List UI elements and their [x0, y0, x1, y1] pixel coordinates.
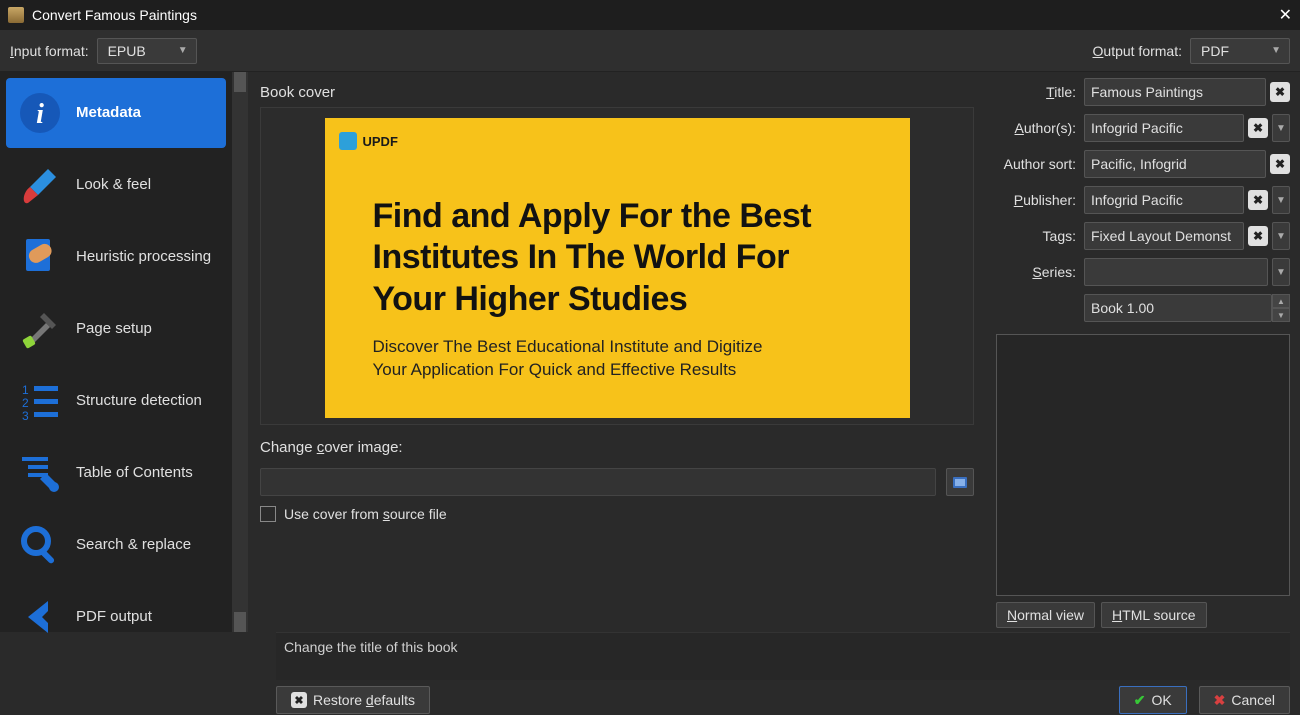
window-title: Convert Famous Paintings — [32, 7, 197, 23]
tags-dropdown[interactable]: ▼ — [1272, 222, 1290, 250]
sidebar-item-structure[interactable]: 123 Structure detection — [6, 366, 226, 436]
publisher-label: Publisher: — [996, 192, 1084, 208]
metadata-pane: Title: Famous Paintings ✖ Author(s): Inf… — [990, 72, 1300, 632]
sidebar-item-label: Metadata — [76, 104, 141, 121]
publisher-input[interactable]: Infogrid Pacific — [1084, 186, 1244, 214]
book-index-input[interactable]: Book 1.00 — [1084, 294, 1272, 322]
info-icon: i — [16, 89, 64, 137]
svg-text:3: 3 — [22, 409, 29, 423]
authors-dropdown[interactable]: ▼ — [1272, 114, 1290, 142]
svg-text:i: i — [36, 99, 44, 130]
clear-title-icon[interactable]: ✖ — [1270, 82, 1290, 102]
series-label: Series: — [996, 264, 1084, 280]
output-format-select[interactable]: PDF ▼ — [1190, 38, 1290, 64]
clear-authors-icon[interactable]: ✖ — [1248, 118, 1268, 138]
sidebar: i Metadata Look & feel Heuristic process… — [0, 72, 232, 632]
sidebar-item-page-setup[interactable]: Page setup — [6, 294, 226, 364]
cover-brand: UPDF — [339, 132, 398, 150]
check-icon: ✔ — [1134, 692, 1146, 709]
clear-authorsort-icon[interactable]: ✖ — [1270, 154, 1290, 174]
svg-text:1: 1 — [22, 383, 29, 397]
title-label: Title: — [996, 84, 1084, 100]
clear-tags-icon[interactable]: ✖ — [1248, 226, 1268, 246]
series-dropdown[interactable]: ▼ — [1272, 258, 1290, 286]
arrow-left-icon — [16, 593, 64, 641]
main-area: i Metadata Look & feel Heuristic process… — [0, 72, 1300, 632]
cover-path-input[interactable] — [260, 468, 936, 496]
input-format-select[interactable]: EPUB ▼ — [97, 38, 197, 64]
titlebar: Convert Famous Paintings ✕ — [0, 0, 1300, 30]
authorsort-input[interactable]: Pacific, Infogrid — [1084, 150, 1266, 178]
authorsort-label: Author sort: — [996, 156, 1084, 172]
tags-label: Tags: — [996, 228, 1084, 244]
clear-publisher-icon[interactable]: ✖ — [1248, 190, 1268, 210]
tab-normal-view[interactable]: Normal view — [996, 602, 1095, 628]
chevron-down-icon: ▼ — [1271, 45, 1281, 56]
cover-subhead: Discover The Best Educational Institute … — [373, 336, 793, 382]
sidebar-item-metadata[interactable]: i Metadata — [6, 78, 226, 148]
sidebar-item-label: Look & feel — [76, 176, 151, 193]
center-pane: Book cover UPDF Find and Apply For the B… — [248, 72, 990, 632]
cancel-button[interactable]: ✖ Cancel — [1199, 686, 1290, 714]
hint-box: Change the title of this book — [276, 632, 1290, 680]
bandage-icon — [16, 233, 64, 281]
sidebar-item-pdf-output[interactable]: PDF output — [6, 582, 226, 652]
publisher-dropdown[interactable]: ▼ — [1272, 186, 1290, 214]
brush-icon — [16, 161, 64, 209]
sidebar-item-search-replace[interactable]: Search & replace — [6, 510, 226, 580]
clear-icon: ✖ — [291, 692, 307, 708]
output-format-label: Output format: — [1093, 43, 1182, 59]
restore-label: Restore defaults — [313, 692, 415, 708]
list-icon: 123 — [16, 377, 64, 425]
sidebar-scrollbar[interactable] — [232, 72, 248, 632]
cover-headline: Find and Apply For the Best Institutes I… — [373, 196, 862, 320]
search-icon — [16, 521, 64, 569]
book-index-spinner[interactable]: ▲▼ — [1272, 294, 1290, 322]
book-cover-label: Book cover — [260, 84, 974, 101]
sidebar-item-heuristic[interactable]: Heuristic processing — [6, 222, 226, 292]
sidebar-item-label: Search & replace — [76, 536, 191, 553]
sidebar-item-label: Structure detection — [76, 392, 202, 409]
input-format-label: Input format: — [10, 43, 89, 59]
sidebar-item-label: Page setup — [76, 320, 152, 337]
sidebar-item-label: PDF output — [76, 608, 152, 625]
close-icon[interactable]: ✕ — [1279, 5, 1292, 25]
tools-icon — [16, 305, 64, 353]
cover-preview: UPDF Find and Apply For the Best Institu… — [260, 107, 974, 425]
tab-html-source[interactable]: HTML source — [1101, 602, 1207, 628]
tags-input[interactable]: Fixed Layout Demonst — [1084, 222, 1244, 250]
format-bar: Input format: EPUB ▼ Output format: PDF … — [0, 30, 1300, 72]
input-format-value: EPUB — [108, 43, 146, 59]
title-input[interactable]: Famous Paintings — [1084, 78, 1266, 106]
ok-button[interactable]: ✔ OK — [1119, 686, 1187, 714]
description-box[interactable] — [996, 334, 1290, 596]
chevron-down-icon: ▼ — [178, 45, 188, 56]
restore-defaults-button[interactable]: ✖ Restore defaults — [276, 686, 430, 714]
ok-label: OK — [1151, 692, 1171, 708]
sidebar-item-label: Table of Contents — [76, 464, 193, 481]
updf-logo-icon — [339, 132, 357, 150]
svg-text:2: 2 — [22, 396, 29, 410]
use-source-label: Use cover from source file — [284, 506, 447, 522]
output-format-value: PDF — [1201, 43, 1229, 59]
folder-icon — [952, 474, 968, 490]
use-source-checkbox[interactable] — [260, 506, 276, 522]
sidebar-item-toc[interactable]: Table of Contents — [6, 438, 226, 508]
sidebar-item-look-feel[interactable]: Look & feel — [6, 150, 226, 220]
x-icon: ✖ — [1214, 692, 1226, 709]
cancel-label: Cancel — [1231, 692, 1275, 708]
browse-button[interactable] — [946, 468, 974, 496]
cover-image: UPDF Find and Apply For the Best Institu… — [325, 118, 910, 418]
authors-input[interactable]: Infogrid Pacific — [1084, 114, 1244, 142]
toc-icon — [16, 449, 64, 497]
series-input[interactable] — [1084, 258, 1268, 286]
sidebar-item-label: Heuristic processing — [76, 248, 211, 265]
authors-label: Author(s): — [996, 120, 1084, 136]
app-icon — [8, 7, 24, 23]
change-cover-label: Change cover image: — [260, 439, 974, 456]
